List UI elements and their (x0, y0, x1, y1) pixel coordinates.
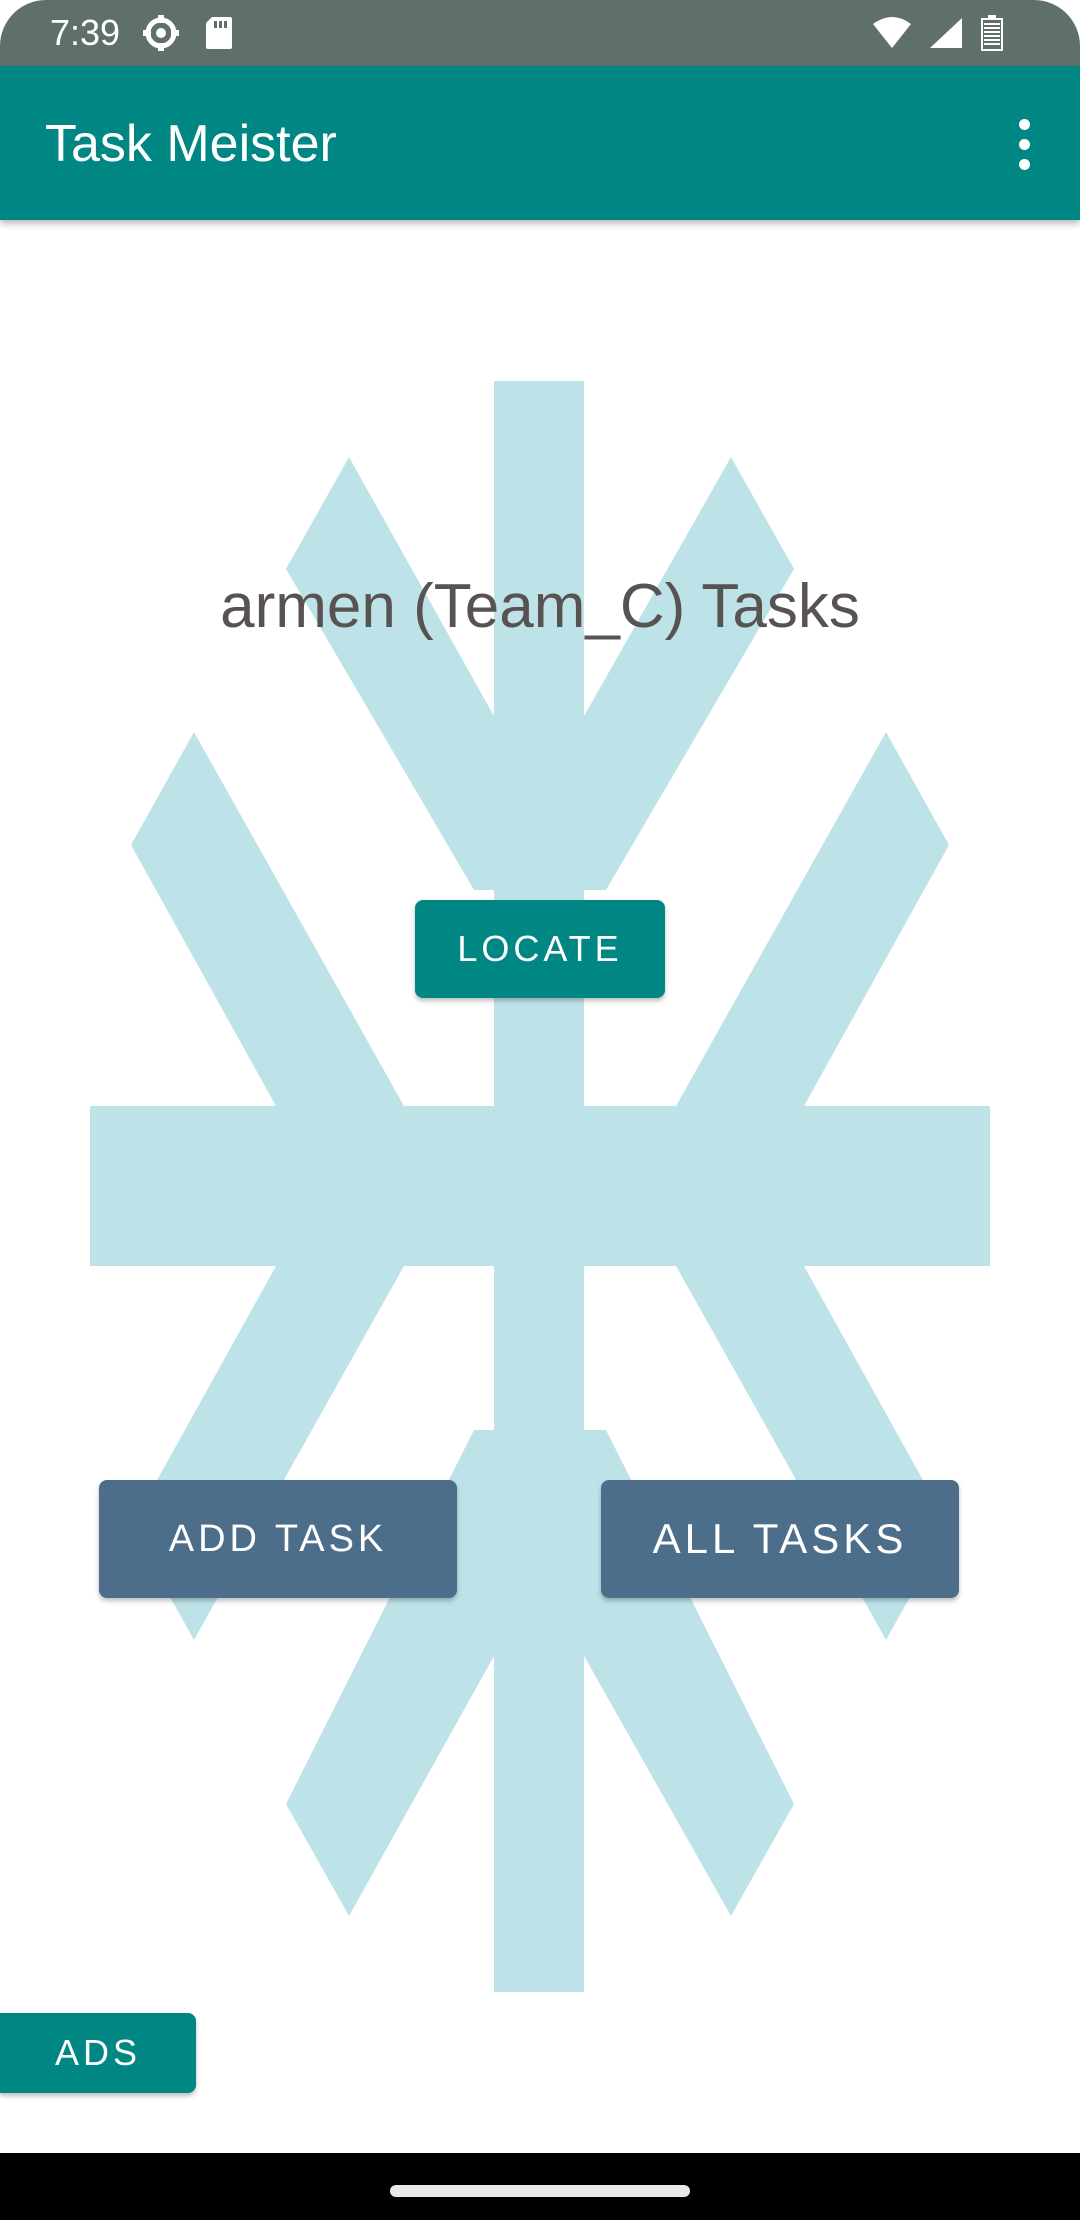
snowflake-emblem (90, 381, 990, 1992)
all-tasks-button[interactable]: ALL TASKS (601, 1480, 959, 1598)
ads-button[interactable]: ADS (0, 2013, 196, 2093)
add-task-button[interactable]: ADD TASK (99, 1480, 457, 1598)
screen: 7:39 Task Meister armen (Team_C) Tasks L… (0, 0, 1080, 2220)
page-title: armen (Team_C) Tasks (220, 572, 860, 641)
navigation-bar (0, 2153, 1080, 2220)
locate-button[interactable]: LOCATE (415, 900, 665, 998)
home-indicator[interactable] (390, 2185, 690, 2197)
